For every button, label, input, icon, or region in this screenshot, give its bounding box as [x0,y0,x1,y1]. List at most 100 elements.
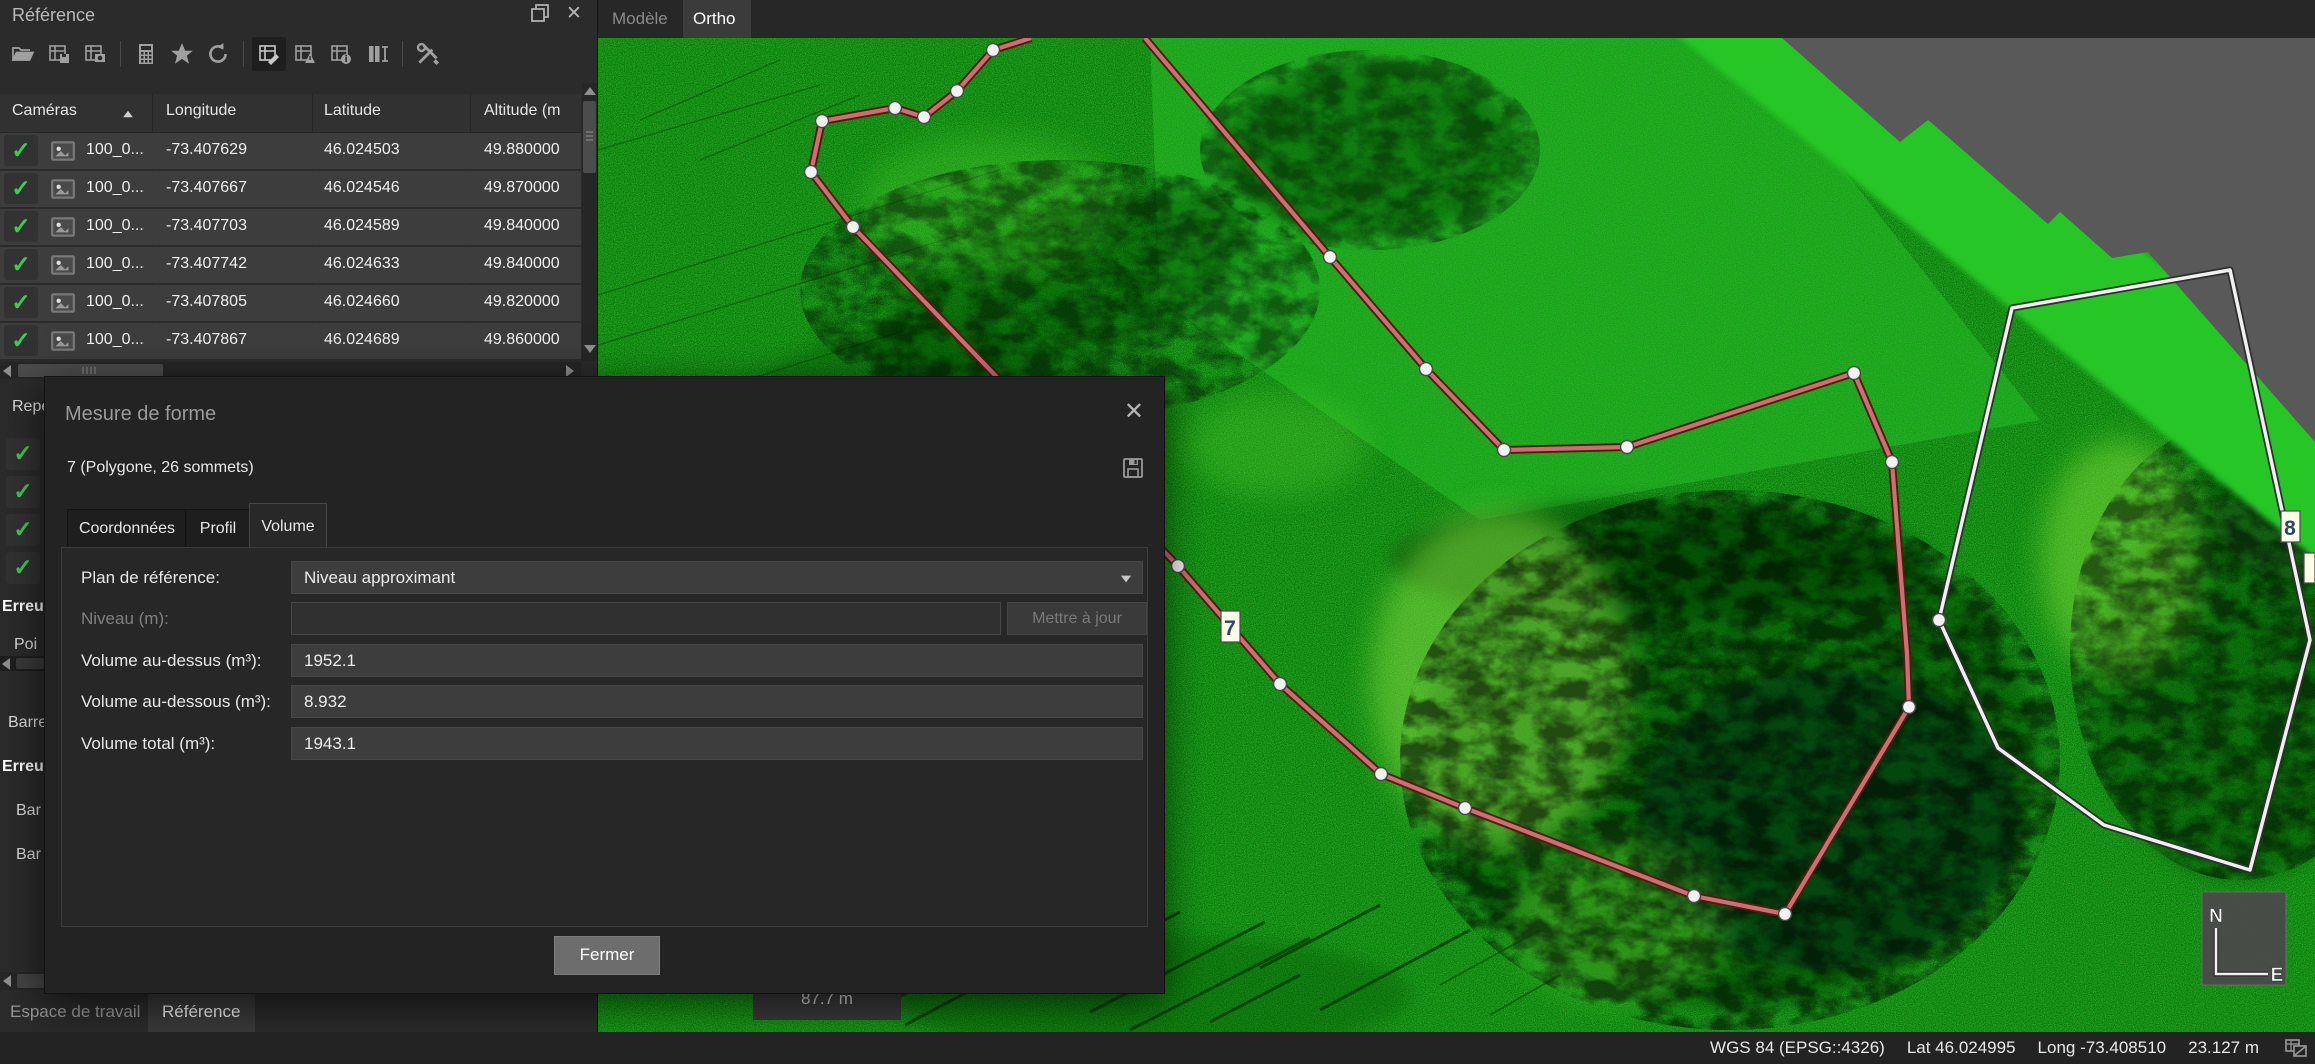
tab-ortho-label: Ortho [693,9,736,29]
toolbar-separator [120,41,121,67]
camera-name: 100_0... [86,179,144,197]
scroll-down-arrow[interactable] [584,345,596,353]
volume-au-dessus-label: Volume au-dessus (m³): [81,651,261,671]
tab-reference[interactable]: Référence [148,994,255,1032]
table-info-icon[interactable] [324,37,358,71]
camera-altitude: 49.880000 [484,141,560,159]
volume-total-input[interactable]: 1943.1 [291,727,1143,760]
marker-checkbox[interactable]: ✓ [6,552,40,584]
compass-north-label: N [2209,906,2223,927]
tab-coordonnees[interactable]: Coordonnées [67,509,187,548]
display-settings-icon[interactable] [2285,1038,2307,1058]
column-header-latitude[interactable]: Latitude [324,102,381,120]
panel-toolbar [0,32,598,76]
marker-checkbox[interactable]: ✓ [6,514,40,546]
camera-longitude: -73.407742 [166,255,247,273]
marker-checkbox[interactable]: ✓ [6,476,40,508]
table-vscrollbar[interactable] [582,83,597,361]
photo-thumbnail-icon [50,216,76,238]
camera-enabled-checkbox[interactable]: ✓ [4,211,38,242]
dialog-close-icon[interactable]: ✕ [1124,397,1144,426]
svg-text:7: 7 [1224,617,1236,640]
table-row[interactable]: ✓ 100_0... -73.407867 46.024689 49.86000… [0,323,581,359]
volume-au-dessous-input[interactable]: 8.932 [291,685,1143,718]
save-shape-icon[interactable] [1122,457,1144,479]
camera-name: 100_0... [86,255,144,273]
viewer-tab-bar: Modèle Ortho [598,0,2315,38]
crs-label: WGS 84 (EPSG::4326) [1710,1038,1885,1058]
camera-altitude: 49.840000 [484,255,560,273]
table-row[interactable]: ✓ 100_0... -73.407703 46.024589 49.84000… [0,209,581,245]
tab-modele[interactable]: Modèle [612,9,668,29]
column-header-altitude[interactable]: Altitude (m [484,102,560,120]
scroll-left-arrow[interactable] [3,975,11,987]
open-project-icon[interactable] [6,37,40,71]
table-row[interactable]: ✓ 100_0... -73.407742 46.024633 49.84000… [0,247,581,283]
camera-enabled-checkbox[interactable]: ✓ [4,249,38,280]
mini-hscrollbar[interactable] [0,656,44,671]
shape-summary: 7 (Polygone, 26 sommets) [67,459,254,477]
scroll-left-arrow[interactable] [2,658,10,670]
chevron-down-icon [1121,576,1131,583]
volume-au-dessus-input[interactable]: 1952.1 [291,644,1143,677]
camera-name: 100_0... [86,331,144,349]
close-panel-icon[interactable]: ✕ [561,2,587,26]
vscroll-thumb[interactable] [583,101,596,173]
table-row[interactable]: ✓ 100_0... -73.407805 46.024660 49.82000… [0,285,581,321]
table-warning-icon[interactable] [288,37,322,71]
sort-ascending-icon[interactable] [123,111,133,117]
shape-label-7[interactable]: 7 [1221,611,1240,642]
tab-reference-label: Référence [162,1002,240,1022]
toolbar-separator [243,41,244,67]
tab-ortho[interactable]: Ortho [683,0,751,38]
scroll-left-arrow[interactable] [3,365,11,377]
sync-icon[interactable] [201,37,235,71]
volume-au-dessous-label: Volume au-dessous (m³): [81,692,271,712]
calculator-icon[interactable] [129,37,163,71]
camera-latitude: 46.024633 [324,255,400,273]
section-point-label: Poi [14,636,37,654]
camera-longitude: -73.407867 [166,331,247,349]
camera-longitude: -73.407805 [166,293,247,311]
favorites-star-icon[interactable] [165,37,199,71]
camera-longitude: -73.407629 [166,141,247,159]
table-columns-icon[interactable] [360,37,394,71]
tab-volume[interactable]: Volume [249,503,327,549]
tab-espace-de-travail[interactable]: Espace de travail [10,1002,140,1022]
svg-text:8: 8 [2284,517,2296,540]
cursor-altitude: 23.127 m [2188,1038,2259,1058]
column-header-longitude[interactable]: Longitude [166,102,236,120]
edit-table-icon[interactable] [252,37,286,71]
camera-enabled-checkbox[interactable]: ✓ [4,135,38,166]
tab-profil[interactable]: Profil [185,509,251,548]
marker-checkbox[interactable]: ✓ [6,438,40,470]
scroll-up-arrow[interactable] [584,87,596,95]
section-bar-label: Bar [16,802,41,820]
column-header-cameras[interactable]: Caméras [12,102,77,120]
table-row[interactable]: ✓ 100_0... -73.407629 46.024503 49.88000… [0,133,581,169]
camera-latitude: 46.024689 [324,331,400,349]
camera-altitude: 49.840000 [484,217,560,235]
edge-vertex-label[interactable] [2304,553,2315,583]
camera-name: 100_0... [86,217,144,235]
float-panel-icon[interactable] [527,3,553,27]
niveau-input[interactable] [291,602,1001,635]
shape-label-8[interactable]: 8 [2281,511,2300,542]
export-photos-icon[interactable] [78,37,112,71]
compass[interactable]: N E [2202,892,2286,986]
save-table-icon[interactable] [42,37,76,71]
camera-altitude: 49.820000 [484,293,560,311]
camera-enabled-checkbox[interactable]: ✓ [4,173,38,204]
plan-de-reference-select[interactable]: Niveau approximant [291,561,1143,594]
niveau-label: Niveau (m): [81,609,169,629]
table-row[interactable]: ✓ 100_0... -73.407667 46.024546 49.87000… [0,171,581,207]
tools-icon[interactable] [411,37,445,71]
mettre-a-jour-button[interactable]: Mettre à jour [1007,602,1147,635]
camera-altitude: 49.860000 [484,331,560,349]
mesure-de-forme-dialog: Mesure de forme ✕ 7 (Polygone, 26 sommet… [44,376,1165,994]
fermer-button[interactable]: Fermer [554,936,660,975]
vertex-handle[interactable] [1933,614,1946,627]
camera-enabled-checkbox[interactable]: ✓ [4,325,38,356]
camera-enabled-checkbox[interactable]: ✓ [4,287,38,318]
section-erreur2-label: Erreu [2,758,44,776]
